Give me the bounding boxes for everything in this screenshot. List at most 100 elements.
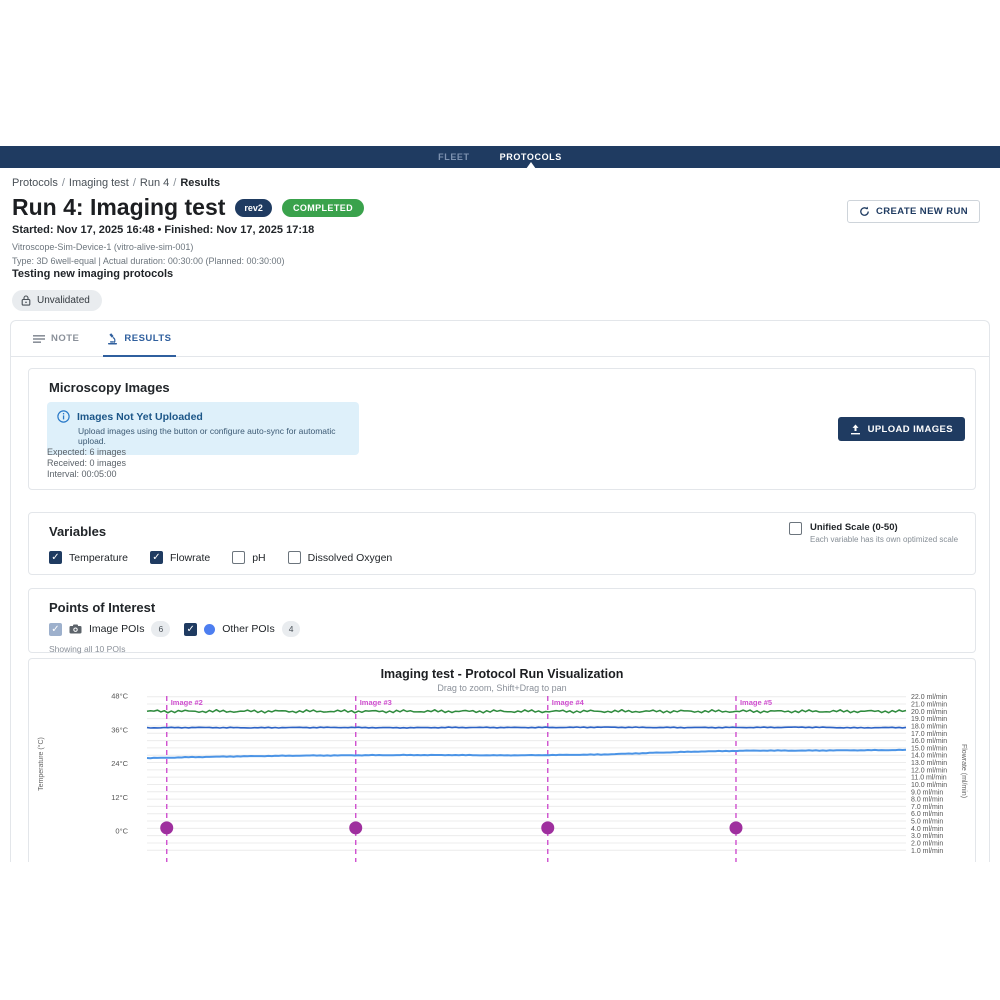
image-pois-label: Image POIs <box>89 623 144 635</box>
variables-section-title: Variables <box>49 524 106 539</box>
image-pois-count: 6 <box>151 621 170 637</box>
breadcrumb-imaging-test[interactable]: Imaging test <box>69 177 129 189</box>
tab-note-label: NOTE <box>51 333 79 344</box>
tabs-row: NOTE RESULTS <box>11 321 989 357</box>
protocol-run-chart[interactable]: Image #2Image #3Image #4Image #548°C36°C… <box>29 659 975 862</box>
banner-text: Upload images using the button or config… <box>78 426 349 446</box>
info-icon <box>57 410 70 423</box>
status-badge: COMPLETED <box>282 199 364 217</box>
tab-note[interactable]: NOTE <box>33 321 79 357</box>
image-interval: Interval: 00:05:00 <box>47 469 126 480</box>
flow-axis-label: Flowrate (ml/min) <box>960 744 967 798</box>
upload-images-button[interactable]: UPLOAD IMAGES <box>838 417 965 441</box>
tab-results-label: RESULTS <box>124 333 171 344</box>
poi-section-title: Points of Interest <box>49 600 155 615</box>
breadcrumb-run-4[interactable]: Run 4 <box>140 177 169 189</box>
expected-images: Expected: 6 images <box>47 447 126 458</box>
other-pois-label: Other POIs <box>222 623 275 635</box>
chart-section: Imaging test - Protocol Run Visualizatio… <box>28 658 976 862</box>
flow-axis-tick: 14.0 ml/min <box>911 753 947 760</box>
nav-item-protocols[interactable]: PROTOCOLS <box>498 152 564 162</box>
flow-axis-tick: 3.0 ml/min <box>911 833 943 840</box>
flow-axis-tick: 17.0 ml/min <box>911 731 947 738</box>
flow-axis-tick: 16.0 ml/min <box>911 738 947 745</box>
flow-axis-tick: 18.0 ml/min <box>911 723 947 730</box>
other-pois-checkbox[interactable]: ✓ <box>184 623 197 636</box>
upload-icon <box>850 424 861 435</box>
device-info: Vitroscope-Sim-Device-1 (vitro-alive-sim… <box>12 242 193 252</box>
create-new-run-label: CREATE NEW RUN <box>876 206 968 217</box>
image-pois-option[interactable]: ✓ Image POIs 6 <box>49 621 170 637</box>
variable-checkbox[interactable]: ✓ <box>288 551 301 564</box>
note-lines-icon <box>33 334 45 344</box>
unified-scale-label: Unified Scale (0-50) <box>810 522 958 533</box>
tab-results[interactable]: RESULTS <box>107 321 171 357</box>
other-poi-dot[interactable] <box>160 821 173 834</box>
temp-axis-tick: 48°C <box>111 692 128 701</box>
flow-axis-tick: 8.0 ml/min <box>911 797 943 804</box>
series-temperature-sensor-1- <box>147 727 906 728</box>
flow-axis-tick: 9.0 ml/min <box>911 789 943 796</box>
flow-axis-tick: 21.0 ml/min <box>911 702 947 709</box>
breadcrumb-separator: / <box>129 177 140 189</box>
microscope-icon <box>107 332 118 345</box>
flow-axis-tick: 10.0 ml/min <box>911 782 947 789</box>
poi-dot-icon <box>204 624 215 635</box>
variables-checkbox-row: ✓Temperature✓Flowrate✓pH✓Dissolved Oxyge… <box>49 551 392 564</box>
temp-axis-label: Temperature (°C) <box>37 737 45 791</box>
flow-axis-tick: 13.0 ml/min <box>911 760 947 767</box>
other-pois-option[interactable]: ✓ Other POIs 4 <box>184 621 300 637</box>
points-of-interest-section: Points of Interest ✓ Image POIs 6 ✓ Othe… <box>28 588 976 653</box>
flow-axis-tick: 19.0 ml/min <box>911 716 947 723</box>
variable-label: Temperature <box>69 552 128 564</box>
temp-axis-tick: 24°C <box>111 759 128 768</box>
image-poi-label: Image #3 <box>360 698 392 707</box>
lock-icon <box>21 295 31 306</box>
flow-axis-tick: 22.0 ml/min <box>911 694 947 701</box>
flow-axis-tick: 15.0 ml/min <box>911 745 947 752</box>
variable-option-temperature[interactable]: ✓ Temperature <box>49 551 128 564</box>
image-pois-checkbox[interactable]: ✓ <box>49 623 62 636</box>
other-poi-dot[interactable] <box>349 821 362 834</box>
revision-badge: rev2 <box>235 199 272 217</box>
banner-title: Images Not Yet Uploaded <box>77 411 203 423</box>
run-type-info: Type: 3D 6well-equal | Actual duration: … <box>12 256 285 266</box>
other-poi-dot[interactable] <box>729 821 742 834</box>
page-title: Run 4: Imaging test <box>12 194 225 221</box>
flow-axis-tick: 11.0 ml/min <box>911 775 947 782</box>
microscopy-images-section: Microscopy Images Images Not Yet Uploade… <box>28 368 976 490</box>
unified-scale-checkbox[interactable]: ✓ <box>789 522 802 535</box>
temp-axis-tick: 36°C <box>111 725 128 734</box>
nav-item-protocols-label: PROTOCOLS <box>500 152 562 162</box>
variable-label: Dissolved Oxygen <box>308 552 393 564</box>
variable-option-ph[interactable]: ✓ pH <box>232 551 265 564</box>
temp-axis-tick: 0°C <box>115 827 128 836</box>
top-navbar: FLEET PROTOCOLS <box>0 146 1000 168</box>
breadcrumb: Protocols/Imaging test/Run 4/Results <box>12 177 220 189</box>
nav-item-fleet[interactable]: FLEET <box>436 152 472 162</box>
upload-images-label: UPLOAD IMAGES <box>868 424 953 435</box>
validation-badge[interactable]: Unvalidated <box>12 290 102 311</box>
results-card: NOTE RESULTS Microscopy Images Images No… <box>10 320 990 862</box>
variable-checkbox[interactable]: ✓ <box>150 551 163 564</box>
variable-label: pH <box>252 552 265 564</box>
header-title-row: Run 4: Imaging test rev2 COMPLETED <box>12 194 364 221</box>
create-new-run-button[interactable]: CREATE NEW RUN <box>847 200 980 223</box>
flow-axis-tick: 4.0 ml/min <box>911 826 943 833</box>
camera-icon <box>69 624 82 634</box>
poi-showing-text: Showing all 10 POIs <box>49 644 126 654</box>
active-tab-caret <box>526 162 536 169</box>
other-pois-count: 4 <box>282 621 301 637</box>
unified-scale-control[interactable]: ✓ Unified Scale (0-50) Each variable has… <box>789 522 961 544</box>
variable-option-dissolved-oxygen[interactable]: ✓ Dissolved Oxygen <box>288 551 393 564</box>
breadcrumb-results: Results <box>180 177 220 189</box>
breadcrumb-separator: / <box>58 177 69 189</box>
other-poi-dot[interactable] <box>541 821 554 834</box>
variable-checkbox[interactable]: ✓ <box>49 551 62 564</box>
flow-axis-tick: 7.0 ml/min <box>911 804 943 811</box>
breadcrumb-protocols[interactable]: Protocols <box>12 177 58 189</box>
variable-option-flowrate[interactable]: ✓Flowrate <box>150 551 210 564</box>
temp-axis-tick: 12°C <box>111 793 128 802</box>
validation-badge-label: Unvalidated <box>37 295 90 306</box>
variable-checkbox[interactable]: ✓ <box>232 551 245 564</box>
